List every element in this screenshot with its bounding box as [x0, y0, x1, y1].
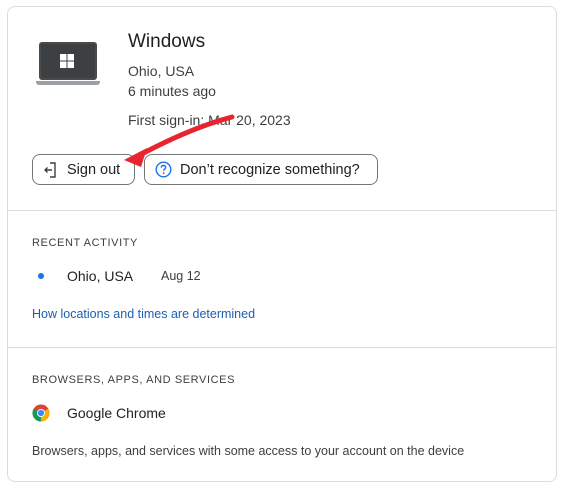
help-circle-icon: [155, 161, 172, 178]
section-divider: [8, 210, 557, 211]
sign-out-label: Sign out: [67, 161, 121, 178]
sign-out-button[interactable]: Sign out: [32, 154, 135, 185]
service-name: Google Chrome: [67, 405, 166, 421]
activity-bullet: [38, 273, 44, 279]
device-location: Ohio, USA: [128, 63, 195, 79]
device-first-signin: First sign-in: Mar 20, 2023: [128, 112, 291, 128]
services-heading: BROWSERS, APPS, AND SERVICES: [32, 374, 236, 386]
activity-location: Ohio, USA: [67, 268, 134, 284]
section-divider: [8, 347, 557, 348]
device-name: Windows: [128, 31, 206, 52]
how-locations-link[interactable]: How locations and times are determined: [32, 307, 255, 321]
device-last-active: 6 minutes ago: [128, 83, 216, 99]
recent-activity-heading: RECENT ACTIVITY: [32, 237, 138, 249]
windows-logo-icon: [60, 54, 74, 68]
dont-recognize-button[interactable]: Don’t recognize something?: [144, 154, 378, 185]
dont-recognize-label: Don’t recognize something?: [180, 161, 360, 178]
services-description: Browsers, apps, and services with some a…: [32, 444, 465, 458]
chrome-icon: [32, 404, 50, 422]
sign-out-icon: [43, 161, 57, 178]
activity-date: Aug 12: [161, 269, 201, 283]
laptop-icon: [36, 42, 100, 86]
